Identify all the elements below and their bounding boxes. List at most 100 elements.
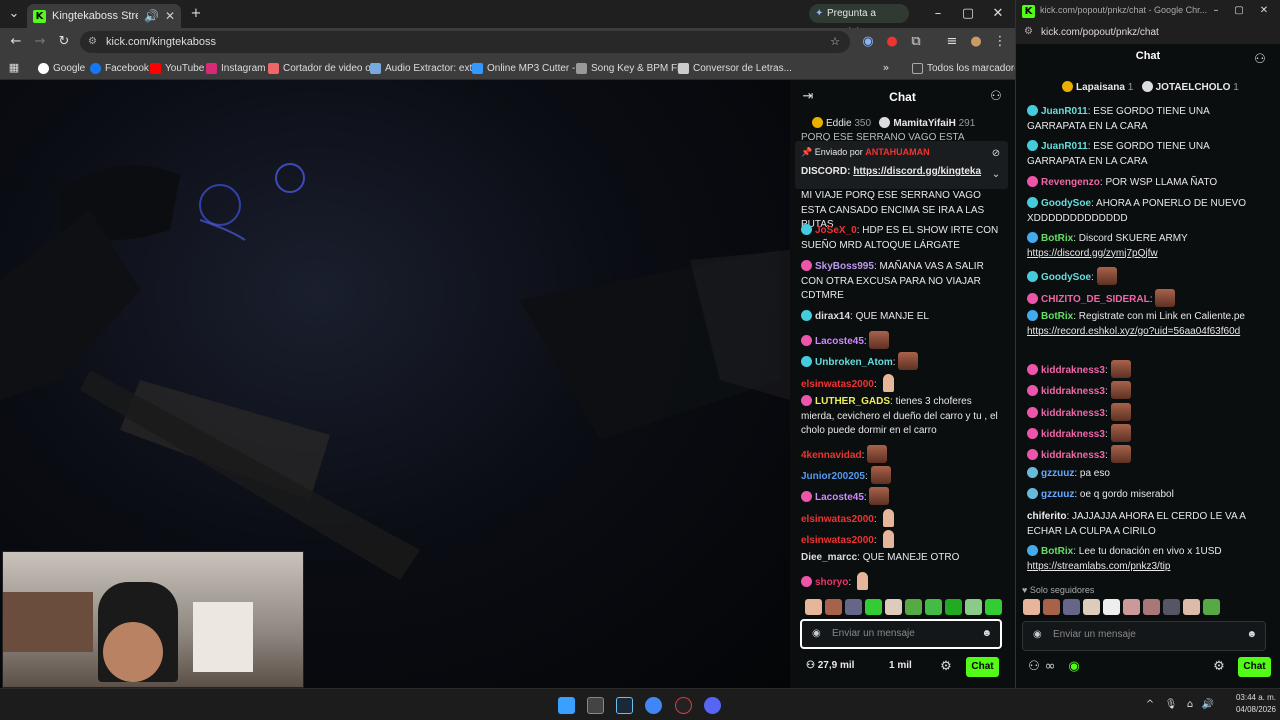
bookmark-instagram[interactable]: Instagram xyxy=(206,60,265,76)
emote-button[interactable] xyxy=(945,599,962,615)
maximize-icon[interactable]: ▢ xyxy=(1231,3,1247,19)
extensions-icon[interactable]: ⧉ xyxy=(908,34,924,50)
clock[interactable]: 03:44 a. m. 04/08/2026 xyxy=(1224,692,1276,716)
emoji-icon[interactable]: ☻ xyxy=(1246,622,1257,648)
emote-button[interactable] xyxy=(1183,599,1200,615)
expand-pinned-icon[interactable]: ⌄ xyxy=(988,167,1004,183)
popout-chat-input[interactable]: ◉ Enviar un mensaje ☻ xyxy=(1022,621,1266,651)
record-extension-icon[interactable]: ● xyxy=(884,34,900,50)
network-icon[interactable]: ⌂ xyxy=(1182,697,1198,713)
chrome-icon[interactable] xyxy=(645,697,662,714)
microphone-icon[interactable]: 🎙 xyxy=(1163,697,1179,713)
bookmark-google[interactable]: Google xyxy=(38,60,85,76)
extension-icon[interactable]: ◉ xyxy=(860,34,876,50)
send-chat-button[interactable]: Chat xyxy=(966,657,999,677)
emote-button[interactable] xyxy=(1123,599,1140,615)
emote-button[interactable] xyxy=(1023,599,1040,615)
door xyxy=(193,602,253,672)
obs-icon[interactable] xyxy=(675,697,692,714)
all-bookmarks[interactable]: Todos los marcadores xyxy=(912,60,1025,76)
more-bookmarks-icon[interactable]: » xyxy=(878,60,894,76)
bookmark-facebook[interactable]: Facebook xyxy=(90,60,149,76)
profile-icon[interactable]: ● xyxy=(968,34,984,50)
address-bar[interactable]: ⚙ kick.com/kingtekaboss ☆ xyxy=(80,31,850,53)
emote-button[interactable] xyxy=(925,599,942,615)
emoji-icon[interactable]: ☻ xyxy=(981,621,992,647)
emote-button[interactable] xyxy=(1203,599,1220,615)
emote-button[interactable] xyxy=(1063,599,1080,615)
steam-icon[interactable] xyxy=(616,697,633,714)
bookmark-audio-extractor[interactable]: Audio Extractor: extr... xyxy=(370,60,483,76)
sub-badge-icon xyxy=(801,335,812,346)
emote-button[interactable] xyxy=(1163,599,1180,615)
new-tab-icon[interactable]: + xyxy=(188,6,204,22)
sub-badge-icon xyxy=(1027,293,1038,304)
emote-button[interactable] xyxy=(865,599,882,615)
pinned-link[interactable]: https://discord.gg/kingteka xyxy=(853,166,981,177)
bot-badge-icon xyxy=(1027,232,1038,243)
tab-strip: ⌄ K Kingtekaboss Stream - Wat 🔊 ✕ + ✦ Pr… xyxy=(0,0,1015,38)
popout-send-button[interactable]: Chat xyxy=(1238,657,1271,677)
speaker-icon[interactable]: 🔊 xyxy=(144,9,159,23)
maximize-icon[interactable]: ▢ xyxy=(960,6,976,22)
hand-emote xyxy=(857,572,869,590)
emote-button[interactable] xyxy=(825,599,842,615)
forward-icon[interactable]: → xyxy=(32,34,48,50)
emote-button[interactable] xyxy=(905,599,922,615)
discord-icon[interactable] xyxy=(704,697,721,714)
stream-video-player[interactable] xyxy=(0,80,790,688)
chat-message: BotRix: Discord SKUERE ARMY https://disco… xyxy=(1027,232,1188,259)
tab-search-icon[interactable]: ⌄ xyxy=(6,6,22,22)
message-link[interactable]: https://discord.gg/zymj7pQjfw xyxy=(1027,248,1158,259)
media-icon[interactable]: ≡ xyxy=(944,34,960,50)
bookmark-song-key[interactable]: Song Key & BPM Fi... xyxy=(576,60,688,76)
emote-button[interactable] xyxy=(1143,599,1160,615)
bookmark-star-icon[interactable]: ☆ xyxy=(830,31,840,53)
minimize-icon[interactable]: – xyxy=(930,6,946,22)
navigation-toolbar: ← → ↻ ⚙ kick.com/kingtekaboss ☆ ◉ ● ⧉ ≡ … xyxy=(0,28,1015,56)
emote-button[interactable] xyxy=(805,599,822,615)
gemini-button[interactable]: ✦ Pregunta a Gemini xyxy=(809,4,909,38)
popout-chat-title: Chat xyxy=(1135,50,1161,62)
bookmark-conversor[interactable]: Conversor de Letras... xyxy=(678,60,792,76)
emote-button[interactable] xyxy=(885,599,902,615)
main-browser-window: ⌄ K Kingtekaboss Stream - Wat 🔊 ✕ + ✦ Pr… xyxy=(0,0,1025,688)
emote-button[interactable] xyxy=(1083,599,1100,615)
chat-message: shoryo: xyxy=(801,572,1006,591)
emote-button[interactable] xyxy=(985,599,1002,615)
tray-chevron-icon[interactable]: ^ xyxy=(1142,697,1158,713)
minimize-icon[interactable]: – xyxy=(1208,3,1224,19)
volume-icon[interactable]: 🔊 xyxy=(1200,697,1216,713)
input-placeholder: Enviar un mensaje xyxy=(832,628,915,639)
menu-icon[interactable]: ⋮ xyxy=(992,34,1008,50)
site-info-icon[interactable]: ⚙ xyxy=(1024,26,1033,37)
bookmark-mp3-cutter[interactable]: Online MP3 Cutter -... xyxy=(472,60,584,76)
emote-button[interactable] xyxy=(845,599,862,615)
message-link[interactable]: https://streamlabs.com/pnkz3/tip xyxy=(1027,561,1170,572)
reload-icon[interactable]: ↻ xyxy=(56,34,72,50)
unpin-icon[interactable]: ⊘ xyxy=(988,146,1004,162)
task-view-icon[interactable] xyxy=(587,697,604,714)
apps-icon[interactable]: ▦ xyxy=(6,60,22,76)
close-tab-icon[interactable]: ✕ xyxy=(165,9,175,23)
settings-gear-icon[interactable]: ⚙ xyxy=(938,659,954,675)
tab-kick-stream[interactable]: K Kingtekaboss Stream - Wat 🔊 ✕ xyxy=(27,4,181,28)
emote-button[interactable] xyxy=(1103,599,1120,615)
start-menu-icon[interactable] xyxy=(558,697,575,714)
shield-icon: ◉ xyxy=(812,628,821,639)
emote-button[interactable] xyxy=(1043,599,1060,615)
back-icon[interactable]: ← xyxy=(8,34,24,50)
users-icon[interactable]: ⚇ xyxy=(1252,52,1268,68)
bookmark-cortador[interactable]: Cortador de video o... xyxy=(268,60,379,76)
chat-message: gzzuuz: oe q gordo miserabol xyxy=(1027,488,1262,503)
close-window-icon[interactable]: ✕ xyxy=(990,6,1006,22)
emote-button[interactable] xyxy=(965,599,982,615)
bot-badge-icon xyxy=(1027,310,1038,321)
site-info-icon[interactable]: ⚙ xyxy=(88,31,97,53)
chat-message-input[interactable]: ◉ Enviar un mensaje ☻ xyxy=(800,619,1002,649)
close-window-icon[interactable]: ✕ xyxy=(1256,3,1272,19)
bookmark-youtube[interactable]: YouTube xyxy=(150,60,204,76)
message-link[interactable]: https://record.eshkol.xyz/go?uid=56aa04f… xyxy=(1027,326,1240,337)
settings-gear-icon[interactable]: ⚙ xyxy=(1211,659,1227,675)
users-icon[interactable]: ⚇ xyxy=(988,89,1004,105)
